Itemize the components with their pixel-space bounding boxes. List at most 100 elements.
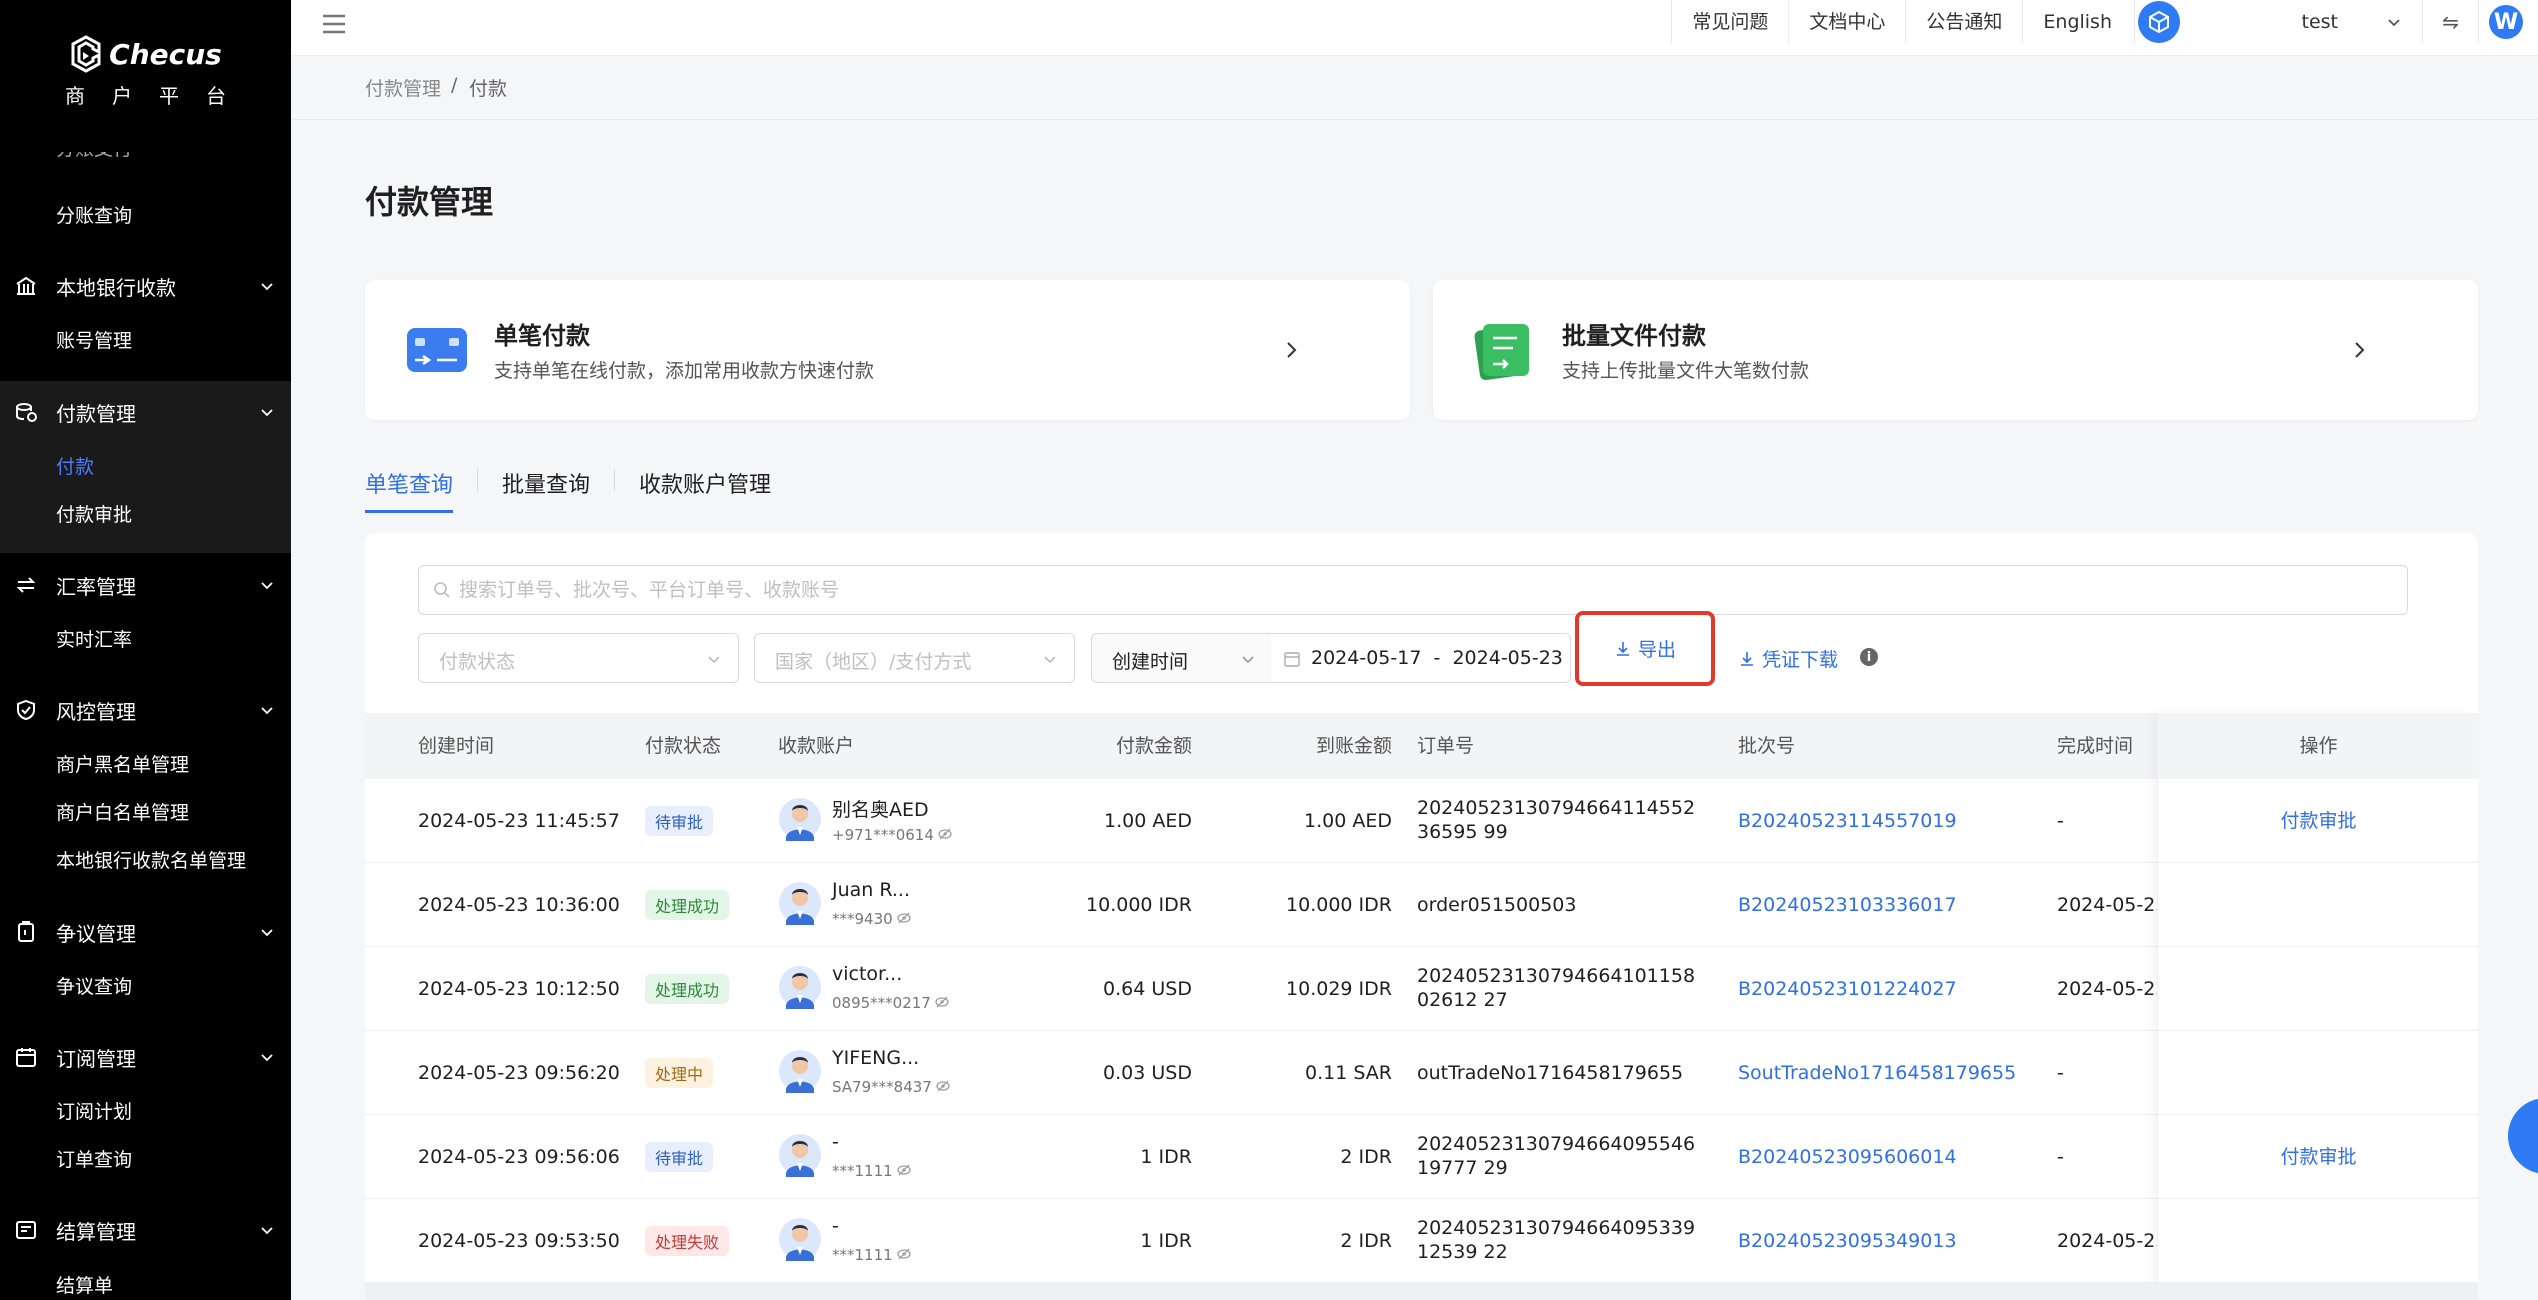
merchant-avatar-box[interactable] (2134, 0, 2182, 44)
completed-time: - (2057, 1062, 2064, 1084)
batch-number-link[interactable]: B20240523095349013 (1738, 1199, 1957, 1283)
eye-off-icon[interactable] (935, 994, 949, 1012)
account-name: YIFENG... (832, 1047, 920, 1069)
created-time: 2024-05-23 09:56:06 (418, 1146, 620, 1168)
horizontal-scrollbar[interactable] (365, 1283, 2478, 1300)
chevron-right-icon (2355, 342, 2365, 358)
created-time: 2024-05-23 10:12:50 (418, 978, 620, 1000)
card-title: 批量文件付款 (1562, 322, 1706, 350)
status-cell: 处理成功 (645, 947, 730, 1031)
tab-beneficiary-accounts[interactable]: 收款账户管理 (639, 467, 771, 511)
search-box[interactable] (418, 565, 2408, 615)
sidebar-item-settlement[interactable]: 结算单 (56, 1268, 113, 1300)
action-cell-empty (2158, 1031, 2478, 1115)
sidebar-item-payment[interactable]: 付款 (56, 449, 94, 485)
eye-off-icon[interactable] (897, 1246, 911, 1264)
sidebar-item-live-rate[interactable]: 实时汇率 (56, 622, 132, 658)
sidebar-group-fx[interactable]: 汇率管理 (0, 555, 291, 615)
sidebar-group-settlement[interactable]: 结算管理 (0, 1200, 291, 1260)
sidebar-item-subscription-plan[interactable]: 订阅计划 (56, 1094, 132, 1130)
batch-number-link[interactable]: B20240523095606014 (1738, 1115, 1957, 1199)
sidebar-group-subscription[interactable]: 订阅管理 (0, 1027, 291, 1087)
sidebar-item-whitelist[interactable]: 商户白名单管理 (56, 795, 189, 831)
search-input[interactable] (459, 566, 2389, 614)
sidebar-item-split-query[interactable]: 分账查询 (56, 198, 132, 234)
calendar-icon (1284, 652, 1300, 667)
sidebar-item-payment-approval[interactable]: 付款审批 (56, 497, 132, 533)
batch-number-link[interactable]: B20240523114557019 (1738, 779, 1957, 863)
cube-icon (2137, 1, 2180, 43)
tabs: 单笔查询 批量查询 收款账户管理 (365, 465, 771, 513)
tab-single-query[interactable]: 单笔查询 (365, 467, 454, 513)
voucher-download-button[interactable]: 凭证下载 (1738, 645, 1838, 672)
batch-number-link[interactable]: B20240523103336017 (1738, 863, 1957, 947)
document-payment-icon (1474, 324, 1529, 380)
sidebar-group-payment[interactable]: 付款管理 (0, 382, 291, 442)
sidebar-item-blacklist[interactable]: 商户黑名单管理 (56, 747, 189, 783)
sidebar-item-dispute-query[interactable]: 争议查询 (56, 969, 132, 1005)
status-badge: 处理中 (645, 1058, 714, 1088)
export-label: 导出 (1637, 639, 1676, 661)
faq-link[interactable]: 常见问题 (1671, 0, 1788, 44)
logo[interactable]: Checus 商户平台 (0, 34, 291, 109)
batch-file-payment-card[interactable]: 批量文件付款 支持上传批量文件大笔数付款 (1433, 280, 2478, 420)
docs-link[interactable]: 文档中心 (1788, 0, 1905, 44)
user-menu[interactable]: test (2182, 0, 2422, 44)
card-description: 支持单笔在线付款，添加常用收款方快速付款 (494, 360, 875, 382)
support-float-button[interactable] (2508, 1098, 2538, 1174)
chevron-down-icon (2388, 19, 2400, 27)
menu-toggle-icon[interactable] (321, 12, 347, 36)
column-header: 创建时间 (418, 735, 495, 757)
export-button[interactable]: 导出 (1575, 611, 1715, 686)
created-time: 2024-05-23 09:56:20 (418, 1062, 620, 1084)
eye-off-icon[interactable] (897, 1162, 911, 1180)
announcements-link[interactable]: 公告通知 (1905, 0, 2022, 44)
country-method-select[interactable]: 国家（地区）/支付方式 (754, 633, 1075, 683)
info-icon[interactable]: i (1860, 648, 1878, 666)
single-payment-card[interactable]: 单笔付款 支持单笔在线付款，添加常用收款方快速付款 (365, 280, 1410, 420)
voucher-label: 凭证下载 (1762, 649, 1839, 671)
chevron-down-icon (261, 1227, 273, 1235)
sidebar-item-order-query[interactable]: 订单查询 (56, 1142, 132, 1178)
approve-payment-link[interactable]: 付款审批 (2158, 779, 2478, 863)
breadcrumb-parent[interactable]: 付款管理 (365, 74, 441, 101)
date-range-picker[interactable]: 2024-05-17 - 2024-05-23 (1271, 633, 1571, 683)
username: test (2301, 11, 2339, 33)
time-type-select[interactable]: 创建时间 (1091, 633, 1273, 683)
chevron-down-icon (708, 656, 720, 664)
sidebar-group-dispute[interactable]: 争议管理 (0, 902, 291, 962)
sidebar-group-local-bank[interactable]: 本地银行收款 (0, 256, 291, 316)
order-number: 2024052313079466410115802612 27 (1417, 965, 1696, 1011)
select-placeholder: 付款状态 (439, 651, 516, 673)
chevron-down-icon (261, 283, 273, 291)
payment-amount: 1.00 AED (1104, 810, 1192, 832)
tab-batch-query[interactable]: 批量查询 (502, 467, 590, 511)
received-amount: 10.000 IDR (1286, 894, 1392, 916)
page-title: 付款管理 (365, 183, 494, 221)
approve-payment-link[interactable]: 付款审批 (2158, 1115, 2478, 1199)
shield-icon (17, 699, 35, 721)
user-avatar[interactable]: W (2478, 0, 2538, 44)
account-number: ***1111 (832, 1246, 911, 1264)
switch-account-icon[interactable]: ⇋ (2422, 0, 2478, 44)
batch-number-link[interactable]: B20240523101224027 (1738, 947, 1957, 1031)
sidebar-item-local-bank-list[interactable]: 本地银行收款名单管理 (56, 843, 246, 879)
account-number: ***9430 (832, 910, 911, 928)
tab-separator (614, 469, 616, 491)
batch-number-link[interactable]: SoutTradeNo1716458179655 (1738, 1031, 2016, 1115)
created-time: 2024-05-23 10:36:00 (418, 894, 620, 916)
logo-text: Checus (109, 37, 222, 71)
sidebar-group-risk[interactable]: 风控管理 (0, 680, 291, 740)
account-number-text: ***9430 (832, 910, 893, 928)
eye-off-icon[interactable] (936, 1078, 950, 1096)
card-title: 单笔付款 (494, 322, 590, 350)
received-amount: 0.11 SAR (1305, 1062, 1392, 1084)
eye-off-icon[interactable] (938, 826, 952, 844)
language-switch[interactable]: English (2022, 0, 2134, 44)
payment-status-select[interactable]: 付款状态 (418, 633, 739, 683)
sidebar-item-partial[interactable]: 分账支付 (56, 152, 132, 170)
download-icon (1616, 641, 1629, 656)
created-time: 2024-05-23 11:45:57 (418, 810, 620, 832)
sidebar-item-account-management[interactable]: 账号管理 (56, 323, 132, 359)
eye-off-icon[interactable] (897, 910, 911, 928)
